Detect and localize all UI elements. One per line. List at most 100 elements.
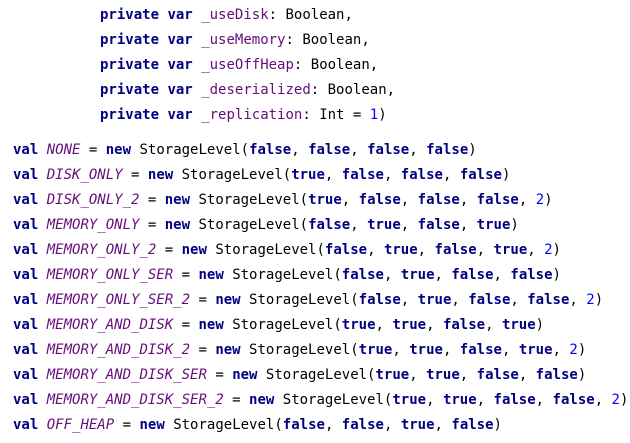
comma: ,	[485, 317, 502, 333]
boolean-literal: false	[442, 317, 486, 333]
code-line-level-1[interactable]: val DISK_ONLY = new StorageLevel(true, f…	[13, 163, 510, 188]
boolean-literal: true	[383, 242, 418, 258]
comma: ,	[324, 417, 342, 433]
equals: =	[122, 167, 148, 183]
code-line-level-4[interactable]: val MEMORY_ONLY_2 = new StorageLevel(fal…	[13, 238, 561, 263]
keyword-new: new	[164, 192, 191, 208]
keyword-val: val	[13, 192, 39, 208]
boolean-literal: true	[476, 217, 511, 233]
class-name: StorageLevel(	[274, 392, 393, 408]
field-type: : Boolean,	[268, 7, 353, 23]
comma: ,	[459, 217, 477, 233]
boolean-literal: false	[459, 167, 502, 183]
code-line-level-5[interactable]: val MEMORY_ONLY_SER = new StorageLevel(f…	[13, 263, 561, 288]
comma: ,	[409, 367, 427, 383]
code-line-level-0[interactable]: val NONE = new StorageLevel(false, false…	[13, 138, 477, 163]
comma: ,	[417, 242, 435, 258]
keyword-new: new	[198, 267, 224, 283]
comma: ,	[409, 142, 427, 158]
comma: ,	[442, 167, 460, 183]
constant-name: MEMORY_AND_DISK	[46, 317, 174, 333]
boolean-literal: false	[476, 192, 519, 208]
comma: ,	[367, 242, 384, 258]
code-line-level-8[interactable]: val MEMORY_AND_DISK_2 = new StorageLevel…	[13, 338, 586, 363]
comma: ,	[341, 192, 359, 208]
boolean-literal: true	[358, 342, 393, 358]
comma: ,	[426, 392, 443, 408]
constant-name: NONE	[46, 142, 81, 158]
code-line-field-3[interactable]: private var _deserialized: Boolean,	[100, 78, 395, 103]
boolean-literal: true	[392, 392, 427, 408]
code-line-level-6[interactable]: val MEMORY_ONLY_SER_2 = new StorageLevel…	[13, 288, 603, 313]
close-paren: )	[577, 367, 587, 383]
code-line-level-2[interactable]: val DISK_ONLY_2 = new StorageLevel(true,…	[13, 188, 553, 213]
comma: ,	[350, 142, 368, 158]
keyword-new: new	[139, 417, 165, 433]
boolean-literal: true	[367, 217, 401, 233]
code-line-level-3[interactable]: val MEMORY_ONLY = new StorageLevel(false…	[13, 213, 519, 238]
keyword-var: var	[167, 107, 193, 123]
comma: ,	[400, 192, 418, 208]
keyword-new: new	[232, 367, 258, 383]
class-name: StorageLevel(	[131, 142, 250, 158]
keyword-new: new	[164, 217, 191, 233]
code-line-field-4[interactable]: private var _replication: Int = 1)	[100, 103, 387, 128]
boolean-literal: true	[400, 267, 435, 283]
keyword-new: new	[147, 167, 174, 183]
boolean-literal: false	[510, 267, 553, 283]
keyword-val: val	[13, 392, 39, 408]
boolean-literal: true	[426, 367, 460, 383]
code-line-field-2[interactable]: private var _useOffHeap: Boolean,	[100, 53, 378, 78]
comma: ,	[459, 367, 477, 383]
comma: ,	[434, 267, 452, 283]
close-paren: )	[544, 192, 553, 208]
code-line-field-0[interactable]: private var _useDisk: Boolean,	[100, 3, 353, 28]
keyword-var: var	[167, 32, 193, 48]
constant-name: MEMORY_AND_DISK_SER_2	[46, 392, 224, 408]
keyword-new: new	[215, 342, 241, 358]
number-literal: 2	[569, 342, 578, 358]
boolean-literal: false	[308, 217, 351, 233]
constant-name: OFF_HEAP	[46, 417, 115, 433]
constant-name: MEMORY_ONLY_SER_2	[46, 292, 191, 308]
comma: ,	[552, 342, 570, 358]
number-literal: 2	[535, 192, 545, 208]
class-name: StorageLevel(	[240, 342, 359, 358]
close-paren: )	[552, 242, 561, 258]
constant-name: MEMORY_AND_DISK_2	[46, 342, 191, 358]
field-name: _replication	[201, 107, 303, 123]
code-line-field-1[interactable]: private var _useMemory: Boolean,	[100, 28, 370, 53]
boolean-literal: false	[527, 292, 570, 308]
equals: =	[139, 217, 165, 233]
code-line-level-9[interactable]: val MEMORY_AND_DISK_SER = new StorageLev…	[13, 363, 586, 388]
code-editor[interactable]: private var _useDisk: Boolean, private v…	[0, 0, 630, 443]
close-paren: )	[468, 142, 477, 158]
constant-name: DISK_ONLY_2	[46, 192, 140, 208]
close-paren: )	[378, 107, 387, 123]
keyword-new: new	[215, 292, 241, 308]
comma: ,	[324, 167, 342, 183]
boolean-literal: true	[400, 417, 435, 433]
constant-name: MEMORY_ONLY_SER	[46, 267, 174, 283]
keyword-val: val	[13, 317, 39, 333]
field-name: _deserialized	[201, 82, 311, 98]
class-name: StorageLevel(	[173, 167, 292, 183]
code-line-level-11[interactable]: val OFF_HEAP = new StorageLevel(false, f…	[13, 413, 502, 438]
code-line-level-7[interactable]: val MEMORY_AND_DISK = new StorageLevel(t…	[13, 313, 544, 338]
boolean-literal: false	[400, 167, 443, 183]
equals: =	[173, 317, 199, 333]
boolean-literal: false	[476, 367, 519, 383]
code-line-level-10[interactable]: val MEMORY_AND_DISK_SER_2 = new StorageL…	[13, 388, 628, 413]
constant-name: DISK_ONLY	[46, 167, 123, 183]
keyword-new: new	[198, 317, 224, 333]
comma: ,	[476, 242, 494, 258]
equals: =	[80, 142, 106, 158]
constant-name: MEMORY_ONLY_2	[46, 242, 157, 258]
number-literal: 1	[369, 107, 379, 123]
keyword-private: private	[100, 82, 160, 98]
